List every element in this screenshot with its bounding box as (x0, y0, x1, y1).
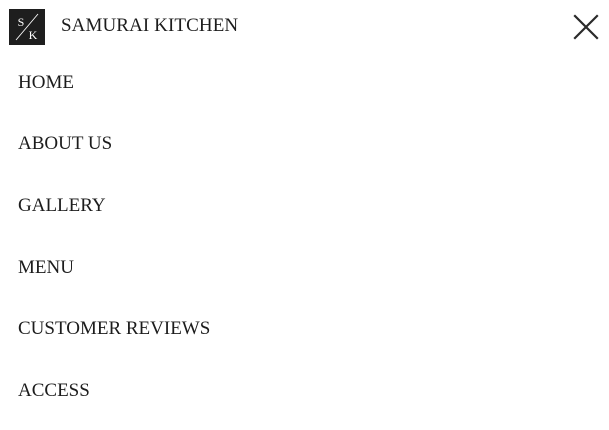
nav-item-menu[interactable]: MENU (18, 253, 74, 283)
nav-item-access[interactable]: ACCESS (18, 376, 90, 406)
logo-letter-s: S (18, 15, 25, 29)
header-bar: S K SAMURAI KITCHEN (0, 0, 609, 52)
nav-item-gallery[interactable]: GALLERY (18, 191, 106, 221)
nav-item-home[interactable]: HOME (18, 68, 74, 98)
site-title[interactable]: SAMURAI KITCHEN (61, 14, 238, 38)
nav-item-about-us[interactable]: ABOUT US (18, 129, 112, 159)
logo[interactable]: S K (9, 9, 45, 45)
close-menu-button[interactable] (570, 11, 602, 43)
logo-letter-k: K (29, 28, 38, 42)
nav-item-customer-reviews[interactable]: CUSTOMER REVIEWS (18, 314, 210, 344)
close-icon (573, 14, 599, 40)
logo-mark: S K (15, 13, 39, 42)
